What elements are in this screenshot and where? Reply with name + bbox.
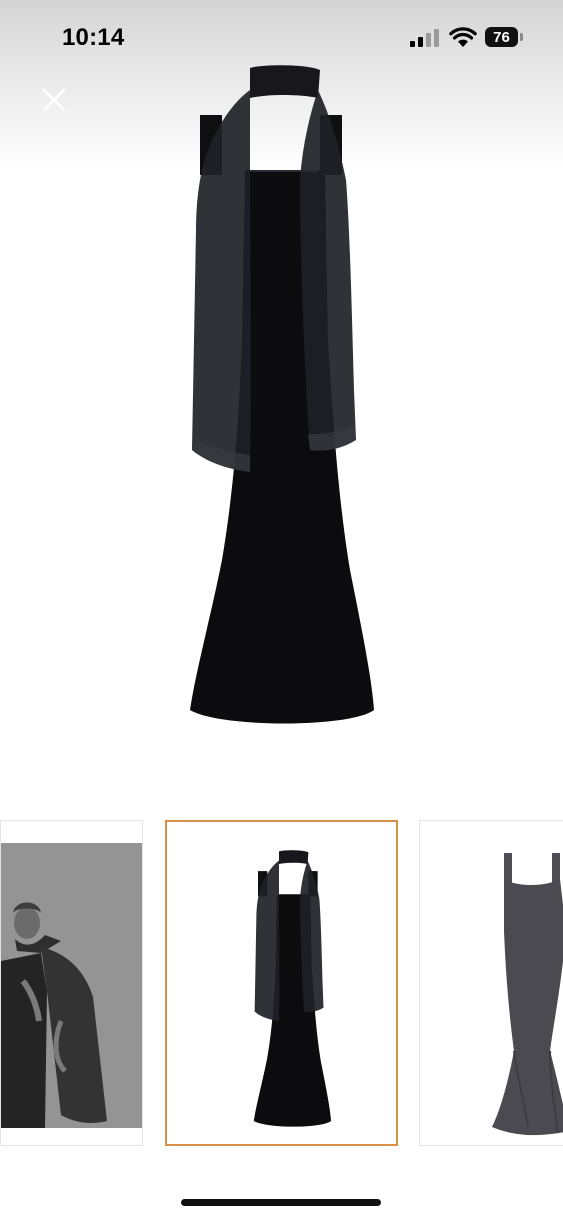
battery-icon: 76 [485, 27, 518, 47]
close-icon[interactable] [40, 86, 68, 114]
battery-tip [520, 33, 523, 41]
wifi-icon [449, 27, 477, 47]
thumbnail-strip[interactable] [0, 818, 563, 1150]
thumbnail-model-photo[interactable] [0, 820, 143, 1146]
model-photo-image [1, 843, 142, 1128]
home-indicator[interactable] [181, 1199, 381, 1206]
thumbnail-mermaid-gown[interactable] [419, 820, 563, 1146]
thumbnail-gown-scarf[interactable] [165, 820, 398, 1146]
gown-scarf-thumbnail-image [253, 850, 332, 1127]
mermaid-gown-thumbnail-image [492, 853, 563, 1136]
status-time: 10:14 [62, 24, 125, 51]
cellular-signal-icon [410, 29, 439, 47]
main-product-image [190, 65, 374, 724]
battery-level: 76 [493, 28, 510, 46]
